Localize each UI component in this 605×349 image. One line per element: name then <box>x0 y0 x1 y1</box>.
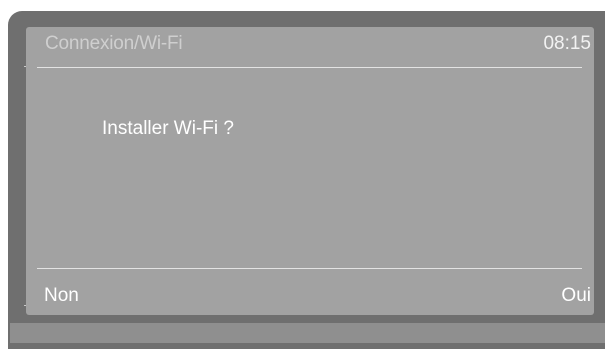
no-softkey-button[interactable]: Non <box>44 285 79 307</box>
frame-tick-left-top <box>24 66 26 67</box>
screen-title: Connexion/Wi-Fi <box>45 33 183 54</box>
bottom-bezel-strip <box>10 323 605 343</box>
frame-tick-left-bottom <box>24 305 26 306</box>
display-screen <box>26 27 594 315</box>
footer-divider <box>37 268 582 269</box>
dialog-prompt: Installer Wi-Fi ? <box>102 118 234 139</box>
yes-softkey-button[interactable]: Oui <box>561 285 591 307</box>
clock-time: 08:15 <box>543 33 591 54</box>
header-divider <box>37 67 582 68</box>
